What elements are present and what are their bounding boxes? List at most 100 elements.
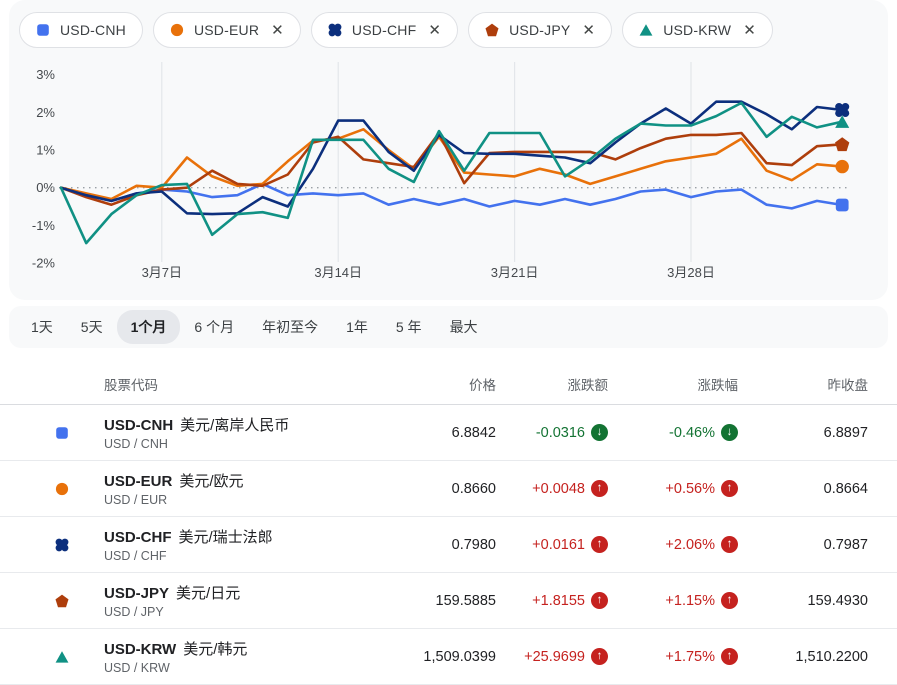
range-button-ytd[interactable]: 年初至今	[248, 310, 332, 344]
price-cell: 0.7980	[396, 537, 496, 553]
close-icon[interactable]: ✕	[743, 23, 756, 38]
col-prev-close: 昨收盘	[738, 374, 868, 394]
chip-usd-chf[interactable]: USD-CHF ✕	[311, 12, 458, 48]
table-header: 股票代码 价格 涨跌额 涨跌幅 昨收盘	[0, 364, 897, 405]
table-row-usd-chf[interactable]: USD-CHF美元/瑞士法郎 USD / CHF 0.7980 +0.0161↑…	[0, 517, 897, 573]
pct-value: -0.46%	[669, 425, 715, 441]
symbol-name: 美元/离岸人民币	[180, 417, 289, 434]
symbol-pair: USD / CNH	[104, 437, 396, 451]
pct-value: +1.75%	[665, 649, 715, 665]
col-symbol: 股票代码	[90, 374, 396, 394]
pct-cell: +1.75% ↑	[608, 648, 738, 665]
table-row-usd-cnh[interactable]: USD-CNH 美元/离岸人民币 USD / CNH 6.8842 -0.0316…	[0, 405, 897, 461]
series-marker-square-icon	[36, 23, 50, 37]
price-cell: 0.8660	[396, 481, 496, 497]
time-range-bar: 1天 5天 1个月 6 个月 年初至今 1年 5 年 最大	[9, 306, 888, 348]
table-row-usd-jpy[interactable]: USD-JPY美元/日元 USD / JPY 159.5885 +1.8155↑…	[0, 573, 897, 629]
price-cell: 1,509.0399	[396, 649, 496, 665]
svg-text:1%: 1%	[36, 143, 55, 158]
price-cell: 6.8842	[396, 425, 496, 441]
arrow-up-icon: ↑	[591, 536, 608, 553]
price-cell: 159.5885	[396, 593, 496, 609]
chip-usd-eur[interactable]: USD-EUR ✕	[153, 12, 301, 48]
series-marker-triangle-icon	[639, 23, 653, 37]
comparison-line-chart[interactable]: 3月7日3月14日3月21日3月28日3%2%1%0%-1%-2%	[9, 54, 888, 300]
prev-close-cell: 0.8664	[738, 481, 868, 497]
range-button-1y[interactable]: 1年	[332, 310, 382, 344]
svg-text:2%: 2%	[36, 105, 55, 120]
symbol-name: 美元/欧元	[179, 473, 243, 490]
close-icon[interactable]: ✕	[582, 23, 595, 38]
table-row-usd-krw[interactable]: USD-KRW 美元/韩元 USD / KRW 1,509.0399 +25.96…	[0, 629, 897, 685]
symbol-pair: USD / KRW	[104, 661, 396, 675]
chip-label: USD-CNH	[60, 22, 126, 38]
row-symbol-icon	[55, 426, 69, 440]
range-button-5d[interactable]: 5天	[67, 310, 117, 344]
pct-cell: -0.46% ↓	[608, 424, 738, 441]
symbol-name: 美元/瑞士法郎	[179, 529, 273, 546]
range-button-5y[interactable]: 5 年	[382, 310, 436, 344]
series-marker-clover-icon	[328, 23, 342, 37]
arrow-down-icon: ↓	[591, 424, 608, 441]
close-icon[interactable]: ✕	[271, 23, 284, 38]
change-value: +1.8155	[532, 593, 585, 609]
arrow-up-icon: ↑	[721, 480, 738, 497]
change-value: +25.9699	[524, 649, 585, 665]
chip-label: USD-EUR	[194, 22, 259, 38]
close-icon[interactable]: ✕	[428, 23, 441, 38]
chip-usd-cnh[interactable]: USD-CNH	[19, 12, 143, 48]
prev-close-cell: 6.8897	[738, 425, 868, 441]
range-button-6m[interactable]: 6 个月	[180, 310, 248, 344]
svg-text:3月28日: 3月28日	[667, 265, 715, 280]
chip-label: USD-KRW	[663, 22, 731, 38]
range-button-1d[interactable]: 1天	[17, 310, 67, 344]
col-price: 价格	[396, 374, 496, 394]
table-body: USD-CNH 美元/离岸人民币 USD / CNH 6.8842 -0.0316…	[0, 405, 897, 685]
svg-text:-1%: -1%	[32, 218, 56, 233]
arrow-up-icon: ↑	[591, 480, 608, 497]
row-symbol-icon	[55, 538, 69, 552]
pct-cell: +1.15%↑	[608, 592, 738, 609]
arrow-up-icon: ↑	[721, 536, 738, 553]
pct-cell: +2.06%↑	[608, 536, 738, 553]
arrow-up-icon: ↑	[591, 592, 608, 609]
series-marker-circle-icon	[170, 23, 184, 37]
chip-usd-krw[interactable]: USD-KRW ✕	[622, 12, 773, 48]
col-change: 涨跌额	[496, 374, 608, 394]
prev-close-cell: 1,510.2200	[738, 649, 868, 665]
change-value: -0.0316	[536, 425, 585, 441]
range-button-1m[interactable]: 1个月	[117, 310, 181, 344]
symbol-code: USD-KRW	[104, 641, 176, 658]
table-row-usd-eur[interactable]: USD-EUR美元/欧元 USD / EUR 0.8660 +0.0048↑ +…	[0, 461, 897, 517]
change-cell: -0.0316 ↓	[496, 424, 608, 441]
pct-value: +0.56%	[665, 481, 715, 497]
arrow-up-icon: ↑	[721, 648, 738, 665]
chart-card: USD-CNH USD-EUR ✕ USD-CHF ✕ USD-JPY ✕ US…	[9, 0, 888, 300]
chip-label: USD-JPY	[509, 22, 570, 38]
symbol-pair: USD / JPY	[104, 605, 396, 619]
row-symbol-icon	[55, 482, 69, 496]
change-value: +0.0161	[532, 537, 585, 553]
range-button-max[interactable]: 最大	[436, 310, 492, 344]
row-symbol-icon	[55, 594, 69, 608]
symbol-name: 美元/韩元	[183, 641, 247, 658]
change-value: +0.0048	[532, 481, 585, 497]
chip-usd-jpy[interactable]: USD-JPY ✕	[468, 12, 612, 48]
symbol-pair: USD / CHF	[104, 549, 396, 563]
svg-text:3月14日: 3月14日	[314, 265, 362, 280]
svg-text:3月7日: 3月7日	[142, 265, 182, 280]
change-cell: +25.9699↑	[496, 648, 608, 665]
row-symbol-icon	[55, 650, 69, 664]
symbol-pair: USD / EUR	[104, 493, 396, 507]
prev-close-cell: 159.4930	[738, 593, 868, 609]
svg-text:3%: 3%	[36, 67, 55, 82]
svg-text:0%: 0%	[36, 180, 55, 195]
arrow-down-icon: ↓	[721, 424, 738, 441]
change-cell: +0.0048 ↑	[496, 480, 608, 497]
quotes-table: 股票代码 价格 涨跌额 涨跌幅 昨收盘 USD-CNH 美元/离岸人民币 USD …	[0, 364, 897, 685]
prev-close-cell: 0.7987	[738, 537, 868, 553]
change-cell: +1.8155 ↑	[496, 592, 608, 609]
pct-value: +1.15%	[665, 593, 715, 609]
chip-row: USD-CNH USD-EUR ✕ USD-CHF ✕ USD-JPY ✕ US…	[9, 0, 888, 48]
symbol-code: USD-CNH	[104, 417, 173, 434]
